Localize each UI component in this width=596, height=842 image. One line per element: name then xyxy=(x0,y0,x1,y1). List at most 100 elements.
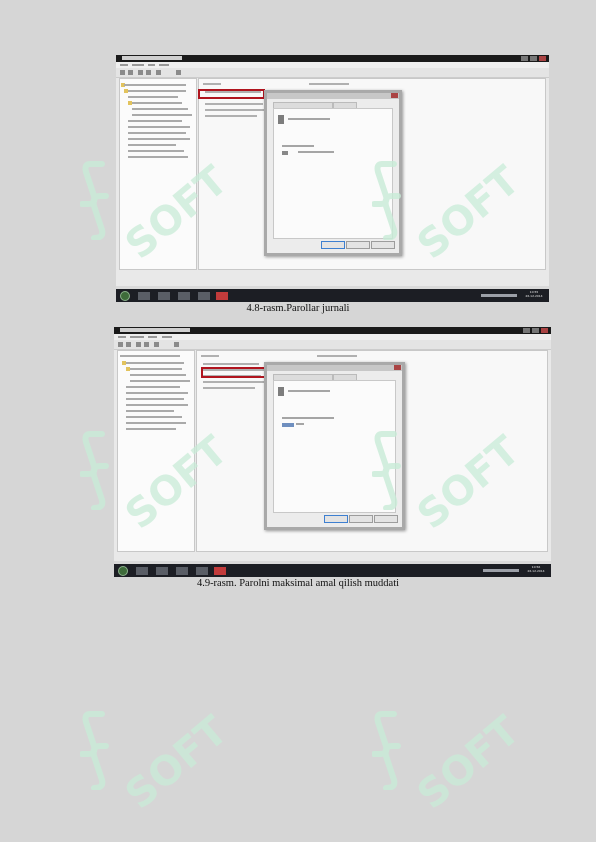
help-icon[interactable] xyxy=(154,342,159,347)
policy-row[interactable] xyxy=(203,363,259,365)
menu-item[interactable] xyxy=(130,336,144,338)
tree-item[interactable] xyxy=(128,156,188,158)
tree-item[interactable] xyxy=(120,355,180,357)
tree-item[interactable] xyxy=(126,398,184,400)
taskbar-clock[interactable]: 10:56 26.12.2014 xyxy=(527,565,545,573)
policy-row[interactable] xyxy=(205,103,263,105)
figure-caption: 4.8-rasm.Parollar jurnali xyxy=(246,303,350,314)
tree-item[interactable] xyxy=(128,150,184,152)
properties-icon[interactable] xyxy=(146,70,151,75)
days-value-input[interactable] xyxy=(282,423,294,427)
taskbar-app-explorer[interactable] xyxy=(136,567,148,575)
policy-row[interactable] xyxy=(205,115,257,117)
taskbar-app-browser[interactable] xyxy=(196,567,208,575)
value-unit-label xyxy=(298,151,334,153)
policy-name-label xyxy=(288,390,330,392)
policy-row[interactable] xyxy=(203,381,267,383)
taskbar: 10:55 26.12.2014 xyxy=(116,289,549,302)
taskbar-app[interactable] xyxy=(156,567,168,575)
menu-item[interactable] xyxy=(148,64,155,66)
tree-item-password-policy[interactable] xyxy=(130,368,182,370)
back-icon[interactable] xyxy=(118,342,123,347)
dialog-close-button[interactable] xyxy=(394,365,401,370)
figure-caption: 4.9-rasm. Parolni maksimal amal qilish m… xyxy=(196,578,400,589)
taskbar: 10:56 26.12.2014 xyxy=(114,564,551,577)
policy-name-label xyxy=(288,118,330,120)
close-button[interactable] xyxy=(539,56,546,61)
maximize-button[interactable] xyxy=(532,328,539,333)
cancel-button[interactable] xyxy=(346,241,370,249)
value-spinner[interactable] xyxy=(282,151,288,155)
taskbar-clock[interactable]: 10:55 26.12.2014 xyxy=(525,290,543,298)
system-tray[interactable] xyxy=(483,569,519,572)
tree-item[interactable] xyxy=(128,90,186,92)
watermark-text: SOFT xyxy=(116,707,237,819)
tree-item[interactable] xyxy=(126,362,184,364)
apply-button[interactable] xyxy=(371,241,395,249)
forward-icon[interactable] xyxy=(128,70,133,75)
taskbar-app-active[interactable] xyxy=(214,567,226,575)
start-button[interactable] xyxy=(118,566,128,576)
taskbar-app-explorer[interactable] xyxy=(138,292,150,300)
ok-button[interactable] xyxy=(321,241,345,249)
folder-icon[interactable] xyxy=(138,70,143,75)
dialog-close-button[interactable] xyxy=(391,93,398,98)
maximize-button[interactable] xyxy=(530,56,537,61)
tree-item[interactable] xyxy=(126,422,186,424)
menu-item[interactable] xyxy=(159,64,169,66)
menu-item[interactable] xyxy=(120,64,128,66)
tree-item[interactable] xyxy=(126,404,188,406)
taskbar-app[interactable] xyxy=(158,292,170,300)
minimize-button[interactable] xyxy=(523,328,530,333)
minimize-button[interactable] xyxy=(521,56,528,61)
help-icon[interactable] xyxy=(156,70,161,75)
tree-item[interactable] xyxy=(126,428,176,430)
tree-item[interactable] xyxy=(128,138,190,140)
tree-item[interactable] xyxy=(128,144,176,146)
watermark-logo-icon xyxy=(80,711,109,790)
toolbar xyxy=(116,68,549,78)
tree-item[interactable] xyxy=(128,126,190,128)
watermark-text: SOFT xyxy=(408,707,529,819)
window-titlebar xyxy=(116,55,549,62)
tree-item[interactable] xyxy=(130,374,186,376)
policy-row[interactable] xyxy=(205,109,269,111)
tree-item[interactable] xyxy=(128,132,186,134)
menu-item[interactable] xyxy=(132,64,144,66)
taskbar-app[interactable] xyxy=(178,292,190,300)
dialog-panel xyxy=(273,380,396,513)
start-button[interactable] xyxy=(120,291,130,301)
tree-item[interactable] xyxy=(130,380,190,382)
menu-item[interactable] xyxy=(148,336,157,338)
taskbar-app[interactable] xyxy=(176,567,188,575)
folder-icon[interactable] xyxy=(136,342,141,347)
back-icon[interactable] xyxy=(120,70,125,75)
taskbar-app-active[interactable] xyxy=(216,292,228,300)
tree-item[interactable] xyxy=(126,416,182,418)
screenshot-parollar-jurnali: 10:55 26.12.2014 xyxy=(116,55,549,302)
tree-item-password-policy[interactable] xyxy=(132,102,182,104)
tree-item[interactable] xyxy=(124,84,186,86)
forward-icon[interactable] xyxy=(126,342,131,347)
menu-item[interactable] xyxy=(162,336,172,338)
watermark-logo-icon xyxy=(372,711,401,790)
export-icon[interactable] xyxy=(174,342,179,347)
menu-item[interactable] xyxy=(118,336,126,338)
tree-item[interactable] xyxy=(128,120,182,122)
export-icon[interactable] xyxy=(176,70,181,75)
cancel-button[interactable] xyxy=(349,515,373,523)
tree-item[interactable] xyxy=(128,96,178,98)
tree-item[interactable] xyxy=(126,410,174,412)
taskbar-app-browser[interactable] xyxy=(198,292,210,300)
policy-row[interactable] xyxy=(203,387,255,389)
value-unit-label xyxy=(296,423,304,425)
ok-button[interactable] xyxy=(324,515,348,523)
apply-button[interactable] xyxy=(374,515,398,523)
tree-item[interactable] xyxy=(126,392,188,394)
close-button[interactable] xyxy=(541,328,548,333)
tree-item[interactable] xyxy=(126,386,180,388)
properties-icon[interactable] xyxy=(144,342,149,347)
system-tray[interactable] xyxy=(481,294,517,297)
tree-item[interactable] xyxy=(132,108,188,110)
tree-item[interactable] xyxy=(132,114,192,116)
